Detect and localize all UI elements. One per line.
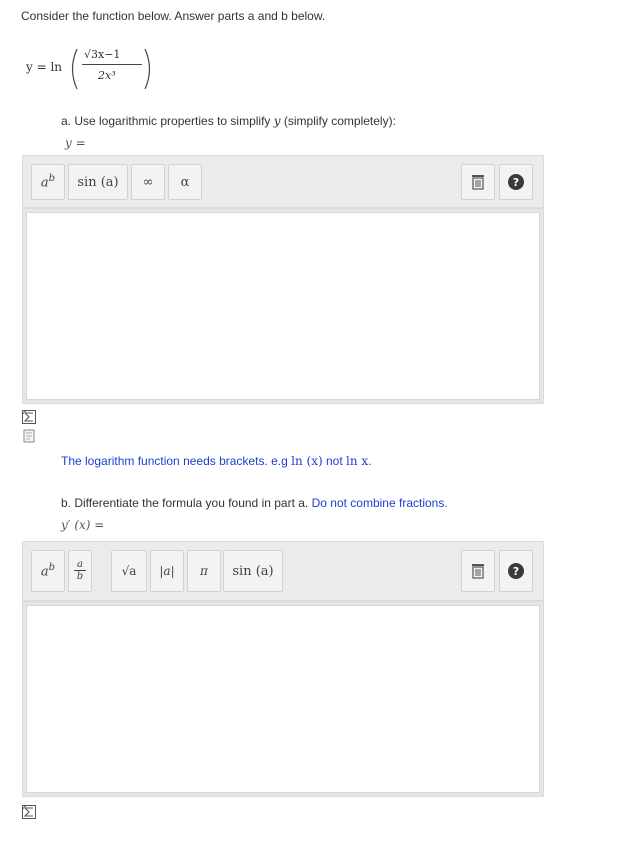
- part-b-prompt: b. Differentiate the formula you found i…: [61, 496, 448, 510]
- fraction-bar: [82, 64, 142, 65]
- note-mid: not: [326, 454, 343, 468]
- function-lhs: y = ln: [26, 60, 63, 74]
- power-button[interactable]: ab: [31, 550, 65, 592]
- left-paren-icon: [71, 48, 78, 90]
- power-button[interactable]: ab: [31, 164, 65, 200]
- function-numerator: √3x−1: [84, 48, 121, 61]
- part-a-prompt-prefix: a. Use logarithmic properties to simplif…: [61, 114, 271, 128]
- trash-icon: [472, 564, 484, 579]
- infinity-button[interactable]: ∞: [131, 164, 165, 200]
- part-a-prompt-var: y: [273, 114, 281, 128]
- note-prefix: The logarithm function needs brackets. e…: [61, 454, 288, 468]
- function-denominator: 2x³: [98, 69, 116, 82]
- formula-sigma-icon[interactable]: [22, 410, 36, 424]
- preview-icon[interactable]: [22, 429, 36, 443]
- function-display: y = ln √3x−1 2x³: [26, 44, 156, 94]
- part-a-editor: [22, 208, 544, 404]
- delete-button[interactable]: [461, 550, 495, 592]
- formula-sigma-icon[interactable]: [22, 805, 36, 819]
- part-b-input-area[interactable]: [26, 605, 540, 793]
- part-a-answer-label: y =: [65, 136, 86, 150]
- delete-button[interactable]: [461, 164, 495, 200]
- sqrt-button[interactable]: √a: [111, 550, 147, 592]
- note-end: .: [368, 454, 372, 468]
- part-a-prompt-suffix: (simplify completely):: [283, 114, 396, 128]
- part-a-input-area[interactable]: [26, 212, 540, 400]
- intro-text: Consider the function below. Answer part…: [21, 9, 326, 23]
- bracket-note: The logarithm function needs brackets. e…: [61, 454, 372, 468]
- help-button[interactable]: ?: [499, 164, 533, 200]
- note-good-example: ln (x): [291, 454, 323, 468]
- help-button[interactable]: ?: [499, 550, 533, 592]
- sin-button[interactable]: sin (a): [223, 550, 283, 592]
- part-b-toolbar: ab a b √a |a| π sin (a) ?: [22, 541, 544, 601]
- fraction-button[interactable]: a b: [68, 550, 92, 592]
- right-paren-icon: [144, 48, 151, 90]
- part-b-answer-label: y′ (x) =: [61, 518, 105, 532]
- abs-button[interactable]: |a|: [150, 550, 184, 592]
- help-icon: ?: [508, 174, 524, 190]
- pi-button[interactable]: π: [187, 550, 221, 592]
- part-b-prompt-emphasis: Do not combine fractions.: [311, 496, 448, 510]
- part-a-prompt: a. Use logarithmic properties to simplif…: [61, 114, 396, 128]
- alpha-button[interactable]: α: [168, 164, 202, 200]
- part-a-toolbar: ab sin (a) ∞ α ?: [22, 155, 544, 208]
- sin-button[interactable]: sin (a): [68, 164, 128, 200]
- trash-icon: [472, 175, 484, 190]
- note-bad-example: ln x: [346, 454, 369, 468]
- help-icon: ?: [508, 563, 524, 579]
- part-b-prompt-text: b. Differentiate the formula you found i…: [61, 496, 309, 510]
- part-b-editor: [22, 601, 544, 797]
